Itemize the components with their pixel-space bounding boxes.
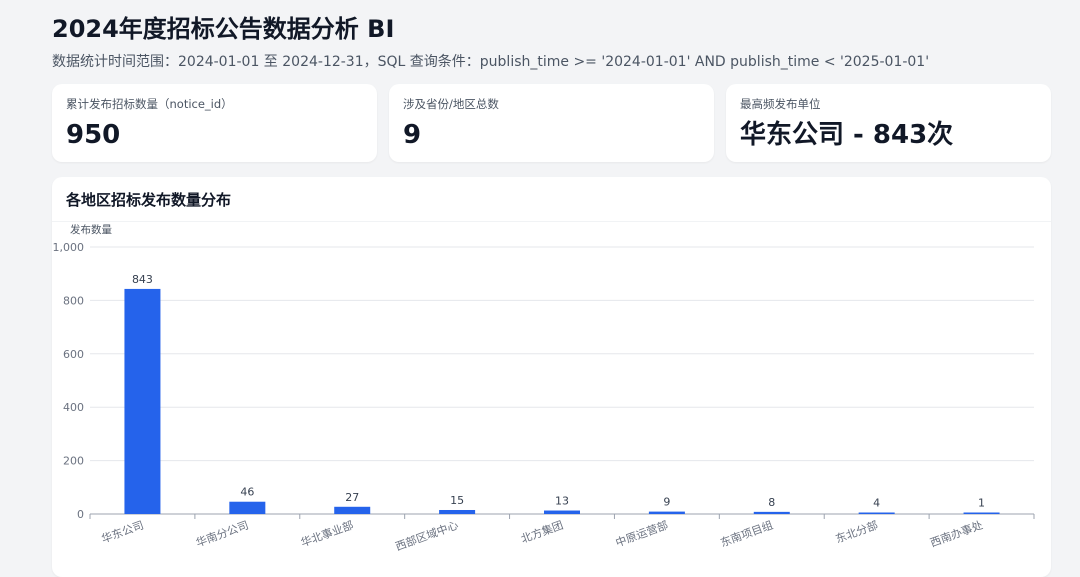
kpi-card-region-count: 涉及省份/地区总数 9 [389, 84, 714, 162]
bar-data-label: 46 [240, 486, 254, 499]
y-tick-label: 400 [63, 401, 84, 414]
kpi-value: 华东公司 - 843次 [740, 120, 954, 150]
y-axis-title: 发布数量 [70, 223, 112, 236]
kpi-label: 最高频发布单位 [740, 97, 821, 111]
x-tick-label: 中原运营部 [613, 518, 669, 550]
kpi-card-total-notices: 累计发布招标数量（notice_id） 950 [52, 84, 377, 162]
x-tick-label: 北方集团 [519, 518, 565, 546]
bar-data-label: 27 [345, 491, 359, 504]
bar [439, 509, 476, 514]
x-tick-label: 西部区域中心 [393, 518, 460, 554]
x-tick-label: 西南办事处 [928, 519, 984, 550]
bar-data-label: 9 [663, 496, 670, 509]
kpi-cards: 累计发布招标数量（notice_id） 950 涉及省份/地区总数 9 最高频发… [52, 84, 1051, 162]
bar [648, 511, 685, 514]
kpi-label: 涉及省份/地区总数 [403, 97, 499, 111]
kpi-label: 累计发布招标数量（notice_id） [66, 97, 233, 111]
bar-data-label: 13 [555, 495, 569, 508]
x-tick-label: 东北分部 [834, 518, 880, 546]
bar [963, 512, 1000, 514]
y-tick-label: 600 [63, 348, 84, 361]
bar [544, 510, 580, 514]
bar [124, 288, 161, 514]
x-tick-label: 东南项目组 [718, 518, 774, 550]
kpi-value: 9 [403, 120, 422, 150]
bar-data-label: 15 [450, 494, 464, 507]
bar-data-label: 1 [978, 497, 985, 510]
x-tick-label: 华南分公司 [194, 518, 250, 550]
bar-chart: 发布数量 0 200 400 600 800 1,000 843 华东公司 46 华南分公司 27 华北… [53, 223, 1035, 554]
y-tick-label: 1,000 [53, 241, 85, 254]
kpi-value: 950 [66, 120, 121, 150]
bar [334, 506, 371, 514]
bar [858, 512, 895, 514]
x-tick-label: 华东公司 [99, 518, 145, 546]
chart-panel: 各地区招标发布数量分布 发布数量 0 200 400 600 800 1,000 843 华东公… [52, 177, 1051, 577]
bar-data-label: 843 [132, 273, 153, 286]
bar-data-label: 4 [873, 497, 880, 510]
bar-data-label: 8 [768, 496, 775, 509]
page-header: 2024年度招标公告数据分析 BI 数据统计时间范围：2024-01-01 至 … [52, 12, 1060, 72]
x-tick-label: 华北事业部 [299, 518, 355, 550]
y-tick-label: 200 [63, 455, 84, 468]
page-title: 2024年度招标公告数据分析 BI [52, 15, 395, 43]
y-tick-label: 800 [63, 294, 84, 307]
bar [753, 511, 790, 514]
page-subtitle: 数据统计时间范围：2024-01-01 至 2024-12-31，SQL 查询条… [52, 54, 930, 70]
y-tick-label: 0 [77, 508, 84, 521]
bar [229, 501, 266, 514]
kpi-card-top-publisher: 最高频发布单位 华东公司 - 843次 [726, 84, 1051, 162]
